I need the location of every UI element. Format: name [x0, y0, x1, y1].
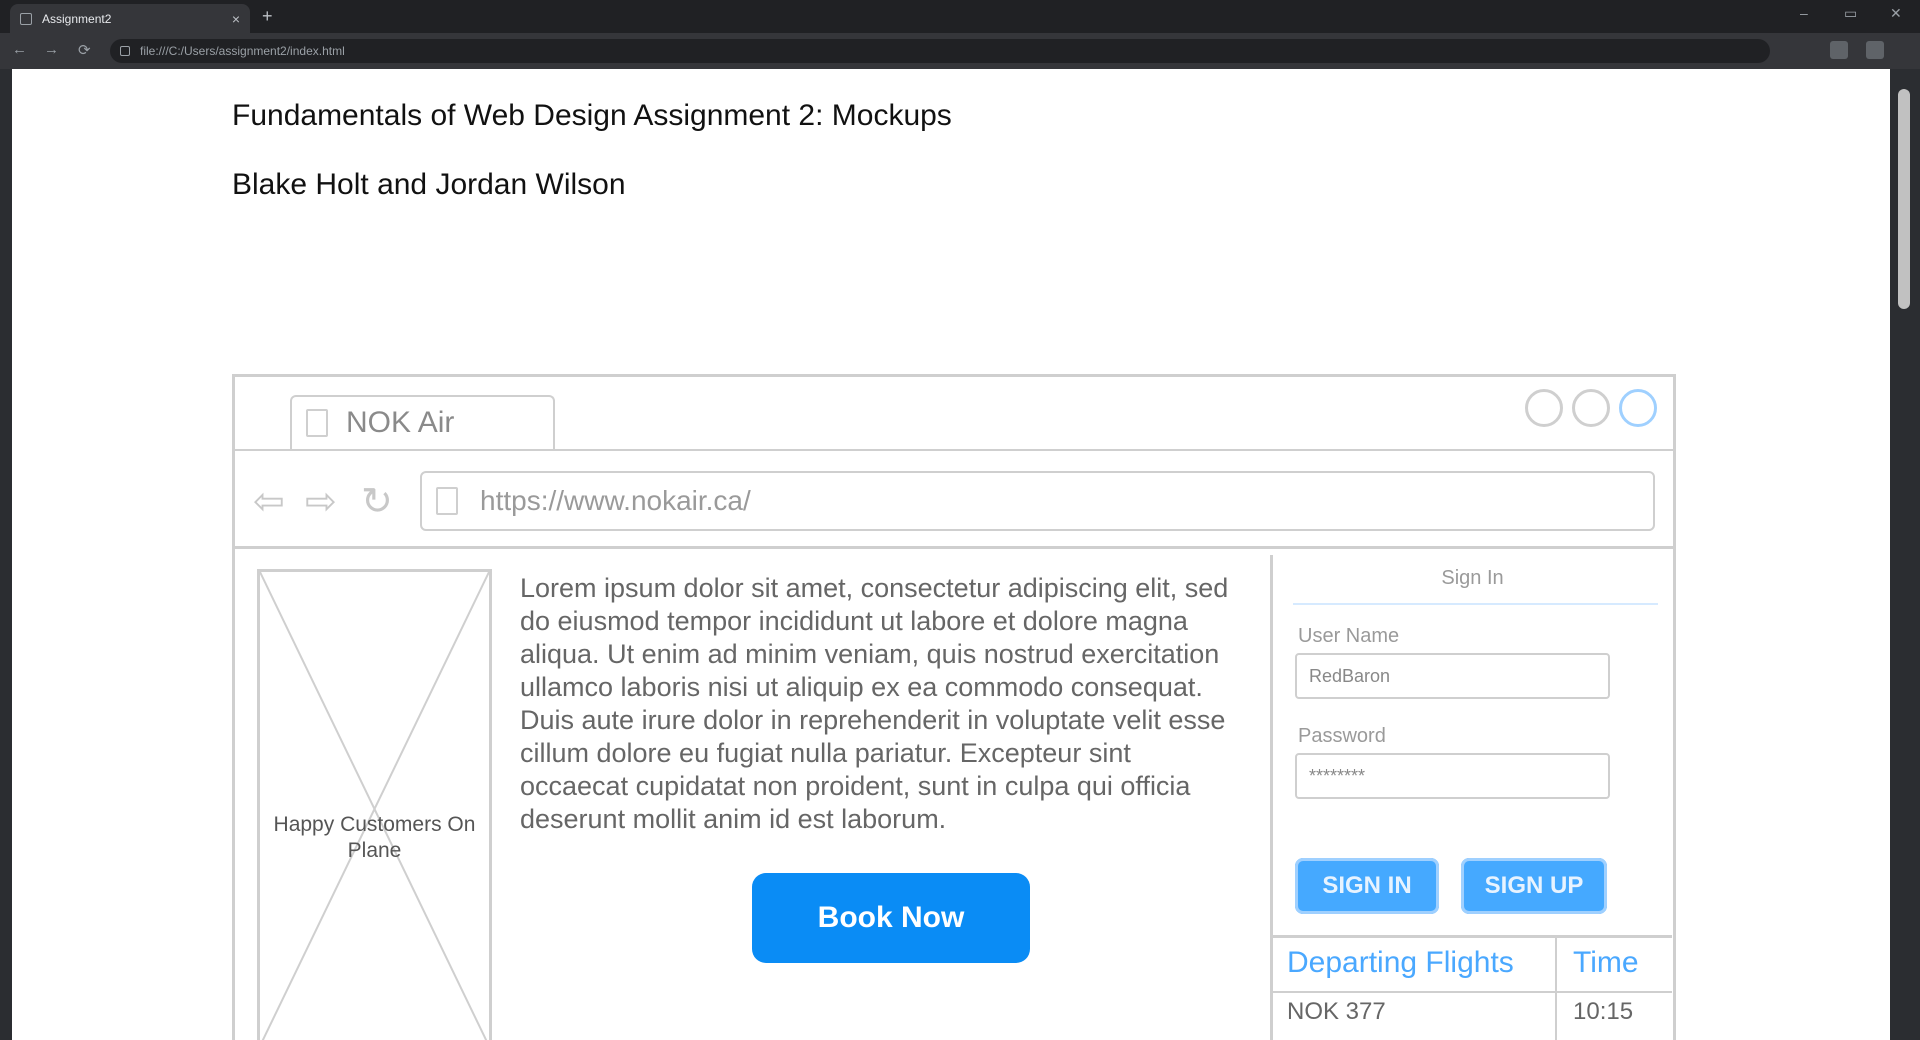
page-authors: Blake Holt and Jordan Wilson — [232, 168, 626, 201]
reload-icon[interactable]: ⟳ — [78, 41, 91, 59]
mockup-url-bar: https://www.nokair.ca/ — [420, 471, 1655, 531]
window-circle-icon — [1525, 389, 1563, 427]
back-icon[interactable]: ← — [12, 41, 27, 58]
maximize-icon[interactable]: ▭ — [1844, 5, 1857, 22]
wireframe-mockup: NOK Air ⇦ ⇨ ↻ https://www.nokair.ca/ Hap… — [232, 374, 1676, 1040]
column-divider — [1555, 938, 1557, 1040]
browser-tab[interactable]: Assignment2 × — [10, 4, 250, 33]
password-field: ******** — [1295, 753, 1610, 799]
page-icon — [436, 487, 458, 515]
page-icon — [20, 12, 32, 25]
address-text: file:///C:/Users/assignment2/index.html — [140, 44, 345, 58]
mockup-url-text: https://www.nokair.ca/ — [480, 485, 751, 516]
signin-button: SIGN IN — [1295, 858, 1439, 914]
window-circle-icon — [1572, 389, 1610, 427]
browser-tab-bar: Assignment2 × + – ▭ ✕ — [0, 0, 1920, 33]
browser-toolbar: ← → ⟳ file:///C:/Users/assignment2/index… — [0, 33, 1920, 69]
password-label: Password — [1298, 725, 1386, 747]
forward-icon[interactable]: → — [44, 41, 59, 58]
divider — [1293, 603, 1658, 605]
mockup-forward-icon: ⇨ — [305, 481, 337, 523]
close-window-icon[interactable]: ✕ — [1890, 5, 1902, 22]
image-placeholder-label: Happy Customers On Plane — [273, 813, 476, 862]
flight-number-cell: NOK 377 — [1287, 998, 1386, 1025]
username-label: User Name — [1298, 625, 1400, 647]
book-now-button: Book Now — [752, 873, 1030, 963]
signin-title: Sign In — [1441, 567, 1504, 589]
row-divider — [1273, 991, 1672, 993]
tab-close-icon[interactable]: × — [232, 11, 240, 27]
new-tab-button[interactable]: + — [262, 6, 273, 27]
window-circle-icon — [1619, 389, 1657, 427]
mockup-reload-icon: ↻ — [361, 481, 393, 523]
placeholder-cross-icon — [260, 572, 489, 1040]
mockup-tab-title: NOK Air — [346, 406, 455, 439]
extension-icon[interactable] — [1830, 41, 1848, 59]
address-bar[interactable]: file:///C:/Users/assignment2/index.html — [110, 39, 1770, 63]
page-icon — [306, 409, 328, 437]
username-field: RedBaron — [1295, 653, 1610, 699]
mockup-back-icon: ⇦ — [253, 481, 285, 523]
scrollbar-thumb[interactable] — [1898, 89, 1910, 309]
page-scrollbar[interactable] — [1890, 69, 1920, 1040]
minimize-icon[interactable]: – — [1800, 5, 1808, 21]
menu-icon[interactable] — [1866, 41, 1884, 59]
body-text: Lorem ipsum dolor sit amet, consectetur … — [520, 573, 1229, 834]
signup-button: SIGN UP — [1461, 858, 1607, 914]
page-title: Fundamentals of Web Design Assignment 2:… — [232, 99, 952, 132]
mockup-tab: NOK Air — [290, 395, 555, 449]
mockup-nav-row: ⇦ ⇨ ↻ https://www.nokair.ca/ — [235, 449, 1673, 549]
browser-tab-title: Assignment2 — [42, 11, 112, 26]
image-placeholder: Happy Customers On Plane — [257, 569, 492, 1040]
time-header: Time — [1573, 946, 1639, 979]
departing-flights-header: Departing Flights — [1287, 946, 1514, 979]
file-icon — [120, 46, 130, 56]
signin-panel: Sign In User Name RedBaron Password ****… — [1270, 555, 1672, 935]
page-viewport: Fundamentals of Web Design Assignment 2:… — [12, 69, 1890, 1040]
flight-time-cell: 10:15 — [1573, 998, 1634, 1025]
flights-table: Departing Flights Time NOK 377 10:15 — [1270, 935, 1672, 1040]
mockup-tab-row: NOK Air — [235, 377, 1673, 451]
